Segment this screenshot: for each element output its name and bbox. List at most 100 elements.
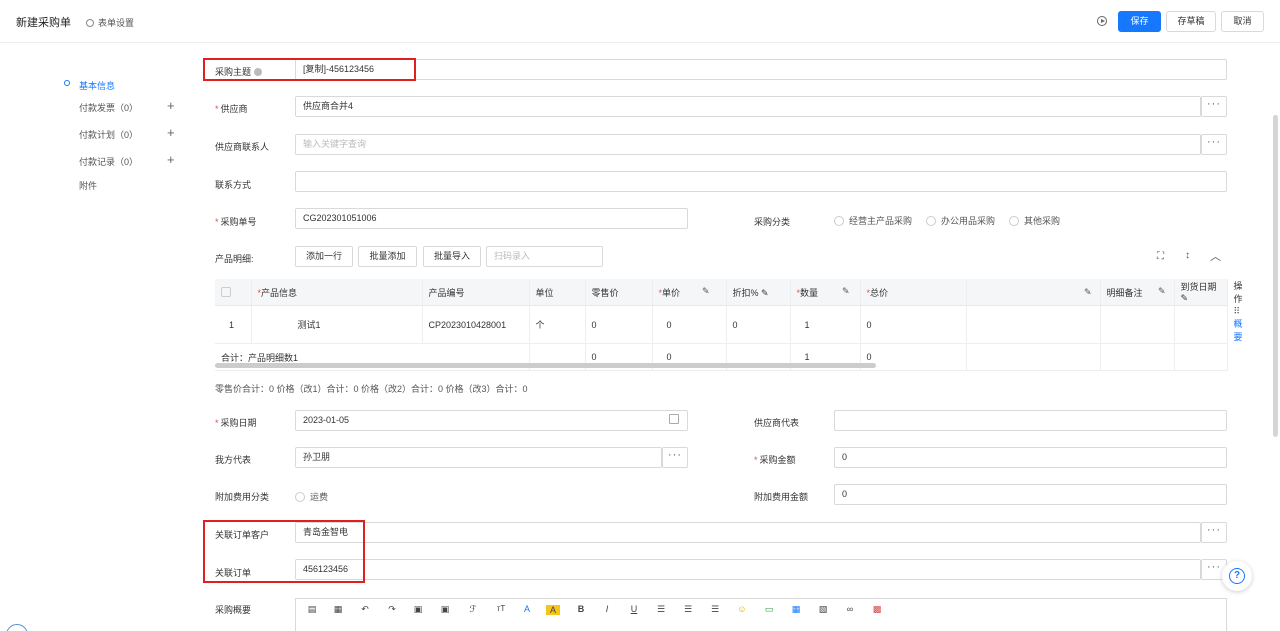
extra-fee-amount-input[interactable]: 0 — [834, 484, 1227, 505]
cell-discount[interactable]: 0 — [726, 305, 791, 344]
active-dot-icon — [64, 80, 70, 86]
summary-editor[interactable] — [295, 598, 1227, 631]
extra-fee-radio-freight[interactable]: 运费 — [295, 490, 328, 503]
linked-customer-input[interactable]: 青岛金智电 — [295, 522, 1201, 543]
purchase-date-input[interactable]: 2023-01-05 — [295, 410, 688, 431]
supplier-rep-input[interactable] — [834, 410, 1227, 431]
sidebar-item-payment-record[interactable]: 付款记录（0） — [79, 155, 138, 168]
collapse-icon[interactable]: ︿ — [1210, 248, 1221, 264]
product-table: *产品信息 产品编号 单位 零售价 *单价 ✎ 折扣% ✎ *数量 ✎ *总价 ✎ … — [215, 279, 1243, 371]
select-all-checkbox[interactable] — [221, 287, 231, 297]
add-payment-record-icon[interactable]: + — [167, 153, 175, 166]
edit-icon[interactable]: ✎ — [1181, 293, 1189, 303]
col-price: *单价 ✎ — [652, 279, 727, 306]
our-rep-input[interactable]: 孙卫朋 — [295, 447, 662, 468]
supplier-more-button[interactable]: ··· — [1201, 96, 1227, 117]
cell-note[interactable] — [1100, 305, 1175, 344]
cell-retail: 0 — [585, 305, 653, 344]
form-settings-link[interactable]: 表单设置 — [86, 16, 134, 29]
add-payment-plan-icon[interactable]: + — [167, 126, 175, 139]
paste-icon[interactable]: ▣ — [411, 604, 425, 615]
batch-import-button[interactable]: 批量导入 — [423, 246, 481, 267]
horizontal-rule-icon[interactable]: ▭ — [762, 604, 776, 615]
radio-circle-icon — [1009, 216, 1019, 226]
save-draft-button[interactable]: 存草稿 — [1166, 11, 1216, 32]
supplier-rep-label: 供应商代表 — [754, 418, 800, 428]
image-icon[interactable]: ▧ — [816, 604, 830, 615]
edit-icon[interactable]: ✎ — [842, 286, 850, 297]
subject-input[interactable]: [复制]-456123456 — [295, 59, 1227, 80]
sidebar-item-attachment[interactable]: 附件 — [79, 179, 97, 192]
bold-icon[interactable]: B — [574, 604, 588, 614]
highlight-color-icon[interactable]: A — [546, 605, 560, 615]
category-radio-office[interactable]: 办公用品采购 — [926, 214, 995, 227]
font-color-icon[interactable]: A — [520, 604, 534, 614]
page-header: 新建采购单 表单设置 保存 存草稿 取消 — [0, 0, 1280, 43]
scan-input[interactable]: 扫码录入 — [486, 246, 603, 267]
align-center-icon[interactable]: ☰ — [681, 604, 695, 615]
sum-total: 0 — [860, 343, 967, 371]
redo-icon[interactable]: ↷ — [385, 604, 399, 615]
align-right-icon[interactable]: ☰ — [708, 604, 722, 615]
edit-icon[interactable]: ✎ — [1158, 286, 1166, 297]
fullscreen-icon[interactable]: ⛶ — [1157, 251, 1164, 262]
cell-unit: 个 — [529, 305, 586, 344]
help-button[interactable]: ? — [1222, 561, 1252, 591]
font-family-icon[interactable]: ℱ — [466, 604, 480, 615]
font-size-icon[interactable]: тT — [494, 604, 508, 613]
cell-price[interactable]: 0 — [652, 305, 727, 344]
edit-icon[interactable]: ✎ — [761, 288, 769, 298]
expand-vertical-icon[interactable]: ↕ — [1185, 250, 1190, 261]
add-invoice-icon[interactable]: + — [167, 99, 175, 112]
table-icon[interactable]: ▦ — [789, 604, 803, 615]
col-retail: 零售价 — [585, 279, 653, 306]
cell-date[interactable] — [1174, 305, 1228, 344]
paste-text-icon[interactable]: ▣ — [438, 604, 452, 615]
cell-code: CP2023010428001 — [422, 305, 530, 344]
link-icon[interactable]: ∞ — [843, 604, 857, 614]
linked-customer-more-button[interactable]: ··· — [1201, 522, 1227, 543]
purchase-amount-input[interactable]: 0 — [834, 447, 1227, 468]
cell-product[interactable]: 测试1 — [251, 305, 423, 344]
cancel-button[interactable]: 取消 — [1221, 11, 1264, 32]
radio-circle-icon — [834, 216, 844, 226]
order-no-label: * 采购单号 — [215, 217, 257, 227]
special-char-icon[interactable]: ▩ — [870, 604, 884, 615]
supplier-contact-input[interactable]: 输入关键字查询 — [295, 134, 1201, 155]
cell-qty[interactable]: 1 — [790, 305, 861, 344]
sidebar-item-basic-info[interactable]: 基本信息 — [79, 79, 115, 92]
underline-icon[interactable]: U — [627, 604, 641, 614]
category-radio-other[interactable]: 其他采购 — [1009, 214, 1060, 227]
align-left-icon[interactable]: ☰ — [654, 604, 668, 615]
supplier-input[interactable]: 供应商合并4 — [295, 96, 1201, 117]
calendar-icon[interactable] — [669, 414, 679, 424]
our-rep-more-button[interactable]: ··· — [662, 447, 688, 468]
summary-link[interactable]: 概要 — [1234, 319, 1243, 342]
page-scrollbar[interactable] — [1273, 115, 1278, 437]
supplier-contact-more-button[interactable]: ··· — [1201, 134, 1227, 155]
edit-icon[interactable]: ✎ — [702, 286, 710, 297]
batch-add-button[interactable]: 批量添加 — [358, 246, 417, 267]
play-icon[interactable] — [1097, 16, 1107, 26]
italic-icon[interactable]: I — [600, 604, 614, 614]
drag-handle-icon[interactable]: ⠿ — [1234, 306, 1241, 316]
col-total: *总价 — [860, 279, 967, 306]
emoji-icon[interactable]: ☺ — [735, 604, 749, 614]
source-icon[interactable]: ▤ — [305, 604, 319, 615]
sidebar-item-payment-plan[interactable]: 付款计划（0） — [79, 128, 138, 141]
summary-label: 采购概要 — [215, 605, 252, 615]
template-icon[interactable]: ▦ — [331, 604, 345, 615]
linked-order-input[interactable]: 456123456 — [295, 559, 1201, 580]
settings-icon — [86, 19, 94, 27]
add-row-button[interactable]: 添加一行 — [295, 246, 353, 267]
table-horizontal-scrollbar[interactable] — [215, 363, 876, 368]
sidebar-item-invoice[interactable]: 付款发票（0） — [79, 101, 138, 114]
undo-icon[interactable]: ↶ — [358, 604, 372, 615]
save-button[interactable]: 保存 — [1118, 11, 1161, 32]
globe-icon[interactable] — [6, 624, 28, 631]
order-no-input[interactable]: CG202301051006 — [295, 208, 688, 229]
category-radio-main[interactable]: 经营主产品采购 — [834, 214, 912, 227]
edit-icon[interactable]: ✎ — [1084, 287, 1092, 298]
contact-method-input[interactable] — [295, 171, 1227, 192]
supplier-label: * 供应商 — [215, 104, 248, 114]
